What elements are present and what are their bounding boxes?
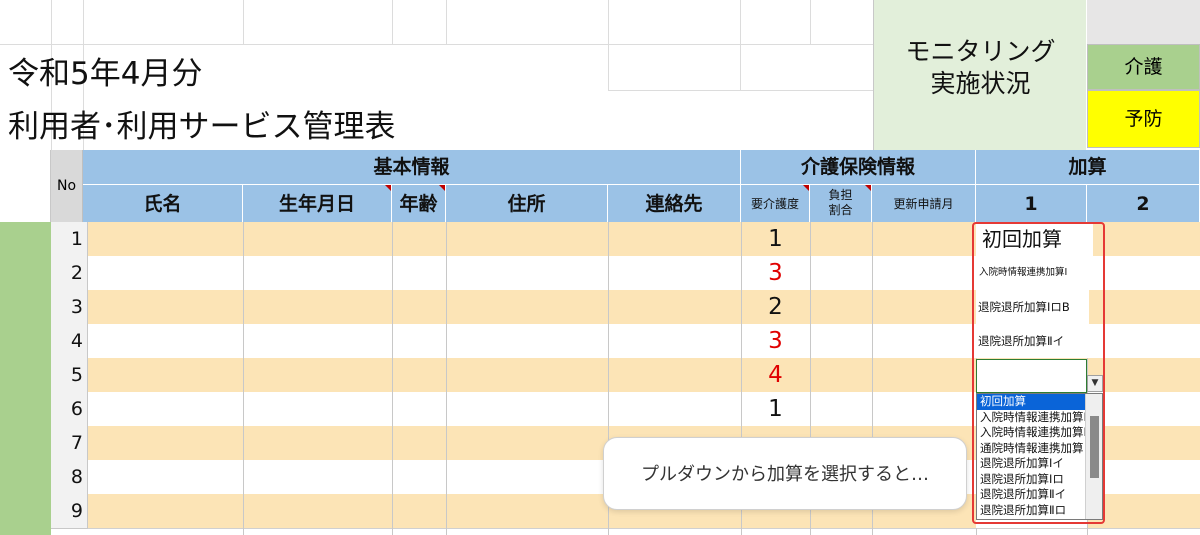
grid-line [243,222,244,535]
grid-line [446,0,447,44]
header-birthday: 生年月日 [243,185,392,223]
yobo-cell[interactable]: 予防 [1087,90,1200,148]
row-number: 8 [51,460,88,495]
header-burden: 負担 割合 [810,185,872,223]
row-group-marker [0,222,51,535]
header-burden-line2: 割合 [828,203,853,217]
page-title-line1: 令和5年4月分 [8,56,203,92]
header-address: 住所 [446,185,608,223]
grid-line [608,0,609,90]
header-name: 氏名 [83,185,243,223]
header-kasan-1: 1 [976,185,1087,223]
care-level-cell[interactable]: 1 [741,222,810,256]
header-contact: 連絡先 [608,185,741,223]
grid-line [810,0,811,44]
header-kasan-2: 2 [1087,185,1200,223]
care-level-cell[interactable]: 4 [741,358,810,392]
kaigo-cell[interactable]: 介護 [1087,44,1200,90]
row-number: 2 [51,256,88,291]
row-number: 6 [51,392,88,427]
row-number: 4 [51,324,88,359]
row-number: 9 [51,494,88,529]
header-burden-line1: 負担 [828,188,853,202]
grid-line [0,44,873,45]
monitoring-label-line2: 実施状況 [930,69,1031,98]
page-title-line2: 利用者･利用サービス管理表 [8,109,396,145]
grid-line [243,0,244,44]
callout-tooltip: プルダウンから加算を選択すると… [603,437,967,510]
header-renewal: 更新申請月 [872,185,976,223]
care-level-cell[interactable]: 3 [741,256,810,290]
kasan-highlight-frame [972,222,1105,524]
grid-line [740,0,741,90]
row-number: 3 [51,290,88,325]
grid-line [392,0,393,44]
header-group-basic: 基本情報 [83,150,741,185]
monitoring-status-box: モニタリング 実施状況 [873,0,1086,150]
header-group-kasan: 加算 [976,150,1200,185]
header-empty-corner [0,150,51,223]
grid-line [446,222,447,535]
monitoring-label-line1: モニタリング [905,37,1056,66]
row-number: 5 [51,358,88,393]
grid-line [608,90,873,91]
header-no: No [51,150,83,223]
blank-cell[interactable] [1087,0,1200,44]
header-care-level: 要介護度 [741,185,810,223]
header-group-insurance: 介護保険情報 [741,150,976,185]
grid-line [392,222,393,535]
row-number: 7 [51,426,88,461]
header-age: 年齢 [392,185,446,223]
care-level-cell[interactable]: 3 [741,324,810,358]
row-number: 1 [51,222,88,257]
care-level-cell[interactable]: 2 [741,290,810,324]
care-level-cell[interactable]: 1 [741,392,810,426]
